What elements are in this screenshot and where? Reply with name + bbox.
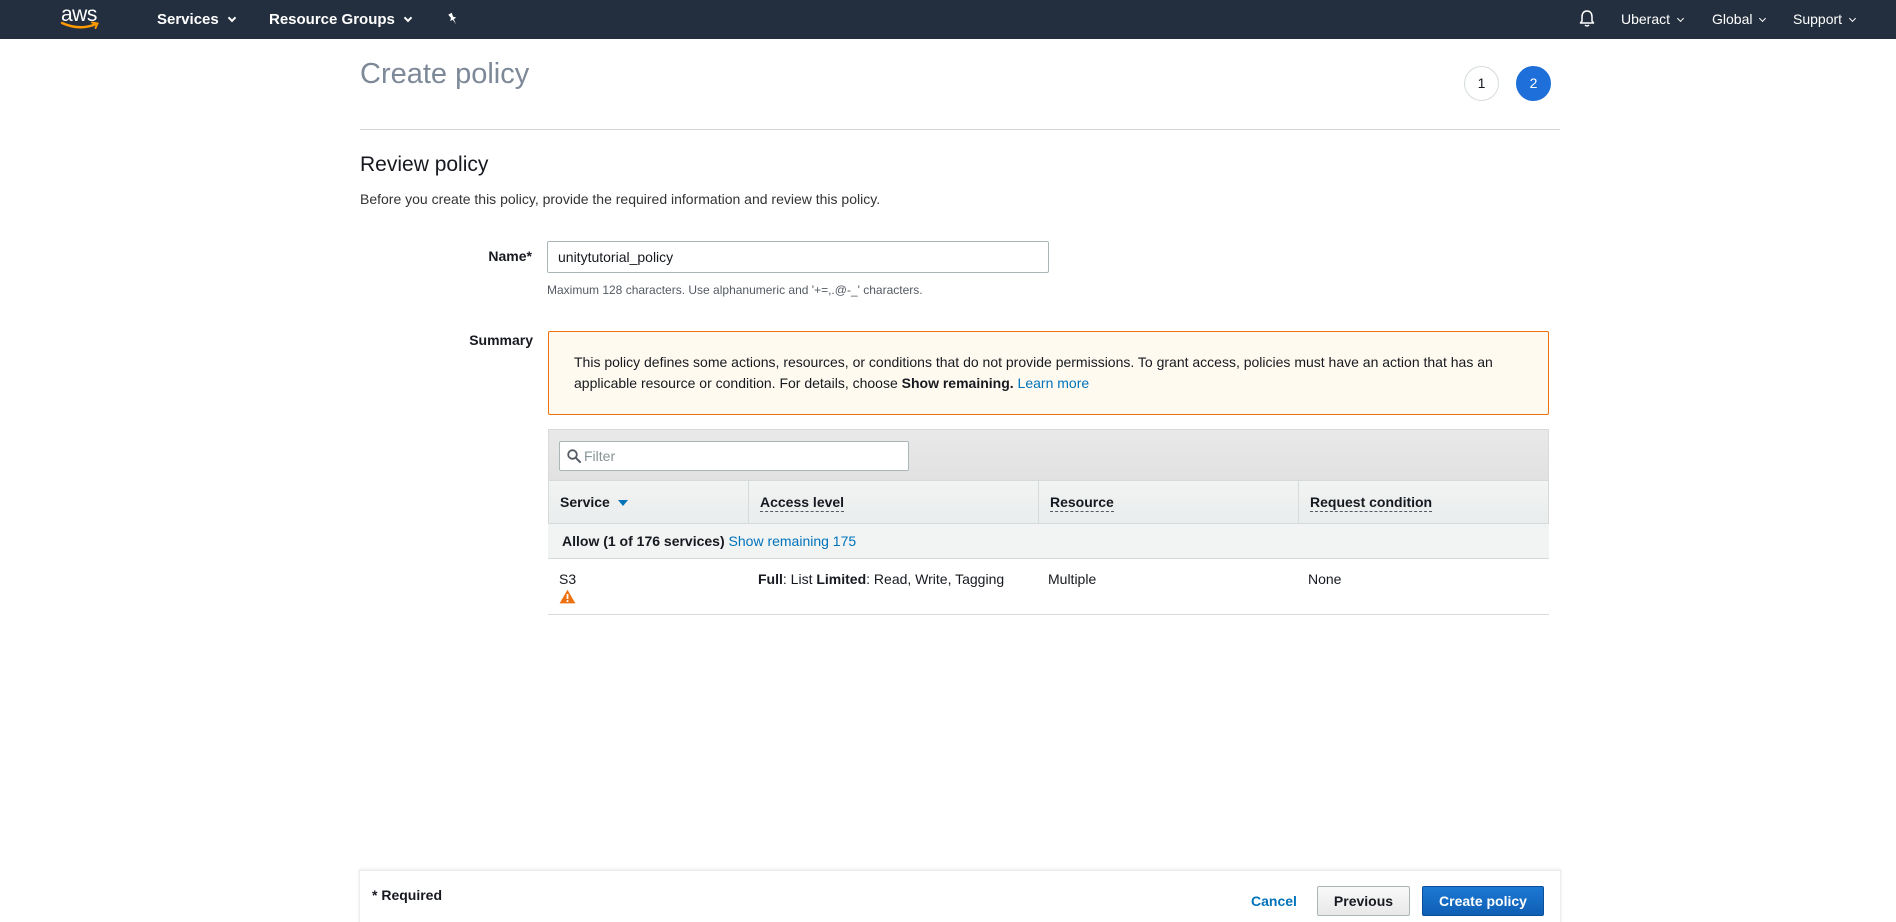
access-limited-label: Limited — [816, 571, 867, 587]
column-service-label: Service — [560, 494, 610, 510]
chevron-down-icon — [1676, 14, 1685, 23]
show-remaining-link[interactable]: Show remaining 175 — [729, 533, 857, 549]
chevron-down-icon — [403, 13, 413, 23]
access-full-label: Full — [758, 571, 783, 587]
name-hint: Maximum 128 characters. Use alphanumeric… — [547, 283, 923, 297]
column-resource-label: Resource — [1050, 494, 1114, 512]
service-s3-link[interactable]: S3 — [559, 571, 576, 587]
policy-name-input[interactable] — [547, 241, 1049, 273]
support-menu[interactable]: Support — [1793, 0, 1857, 39]
name-label: Name* — [488, 248, 532, 264]
cancel-button[interactable]: Cancel — [1236, 886, 1312, 916]
warning-alert: This policy defines some actions, resour… — [548, 331, 1549, 415]
column-header-access-level[interactable]: Access level — [749, 481, 1039, 523]
resource-cell: Multiple — [1048, 571, 1097, 587]
account-menu[interactable]: Uberact — [1621, 0, 1685, 39]
aws-logo[interactable]: aws — [60, 4, 104, 34]
header-divider — [360, 129, 1560, 130]
learn-more-link[interactable]: Learn more — [1018, 375, 1090, 391]
column-header-resource[interactable]: Resource — [1039, 481, 1299, 523]
region-label: Global — [1712, 11, 1753, 27]
allow-group-label: Allow (1 of 176 services) — [562, 533, 725, 549]
access-limited-detail: : Read, Write, Tagging — [866, 571, 1005, 587]
alert-bold-text: Show remaining. — [901, 375, 1014, 391]
create-policy-button[interactable]: Create policy — [1422, 886, 1544, 916]
services-menu[interactable]: Services — [157, 0, 236, 39]
page-title: Create policy — [360, 58, 530, 90]
required-note: * Required — [372, 887, 443, 903]
search-icon — [567, 449, 581, 463]
table-row: S3 Full: List Limited: Read, Write, Tagg… — [548, 559, 1549, 615]
bell-icon — [1579, 10, 1595, 27]
request-condition-cell: None — [1308, 571, 1342, 587]
warning-icon — [559, 589, 576, 604]
allow-group-row: Allow (1 of 176 services) Show remaining… — [548, 524, 1549, 559]
summary-label: Summary — [469, 332, 533, 348]
table-toolbar — [548, 429, 1549, 481]
column-access-level-label: Access level — [760, 494, 845, 512]
column-header-request-condition[interactable]: Request condition — [1299, 481, 1549, 523]
sort-descending-icon — [617, 500, 628, 506]
filter-input[interactable] — [584, 442, 904, 470]
top-navigation-bar: aws Services Resource Groups Uberact Glo… — [0, 0, 1896, 39]
filter-box[interactable] — [559, 441, 909, 471]
account-label: Uberact — [1621, 11, 1671, 27]
column-request-condition-label: Request condition — [1310, 494, 1433, 512]
policy-summary-table: Service Access level Resource Request co… — [548, 429, 1549, 615]
chevron-down-icon — [1849, 14, 1857, 23]
region-menu[interactable]: Global — [1712, 0, 1767, 39]
step-1-indicator[interactable]: 1 — [1464, 66, 1499, 101]
aws-smile-icon — [60, 21, 99, 29]
chevron-down-icon — [227, 13, 236, 23]
pin-button[interactable] — [446, 0, 460, 39]
section-title: Review policy — [360, 153, 489, 176]
chevron-down-icon — [1759, 14, 1767, 23]
section-description: Before you create this policy, provide t… — [360, 191, 881, 207]
services-label: Services — [157, 11, 219, 28]
notifications-button[interactable] — [1578, 0, 1596, 39]
access-level-cell: Full: List Limited: Read, Write, Tagging — [758, 571, 1004, 587]
resource-groups-label: Resource Groups — [269, 11, 395, 28]
resource-groups-menu[interactable]: Resource Groups — [269, 0, 413, 39]
previous-button[interactable]: Previous — [1317, 886, 1410, 916]
column-header-service[interactable]: Service — [549, 481, 749, 523]
pin-icon — [448, 12, 457, 25]
support-label: Support — [1793, 11, 1843, 27]
footer-bar: * Required Cancel Previous Create policy — [359, 870, 1561, 922]
table-header: Service Access level Resource Request co… — [548, 481, 1549, 524]
step-2-indicator: 2 — [1516, 66, 1551, 101]
access-full-detail: : List — [782, 571, 817, 587]
